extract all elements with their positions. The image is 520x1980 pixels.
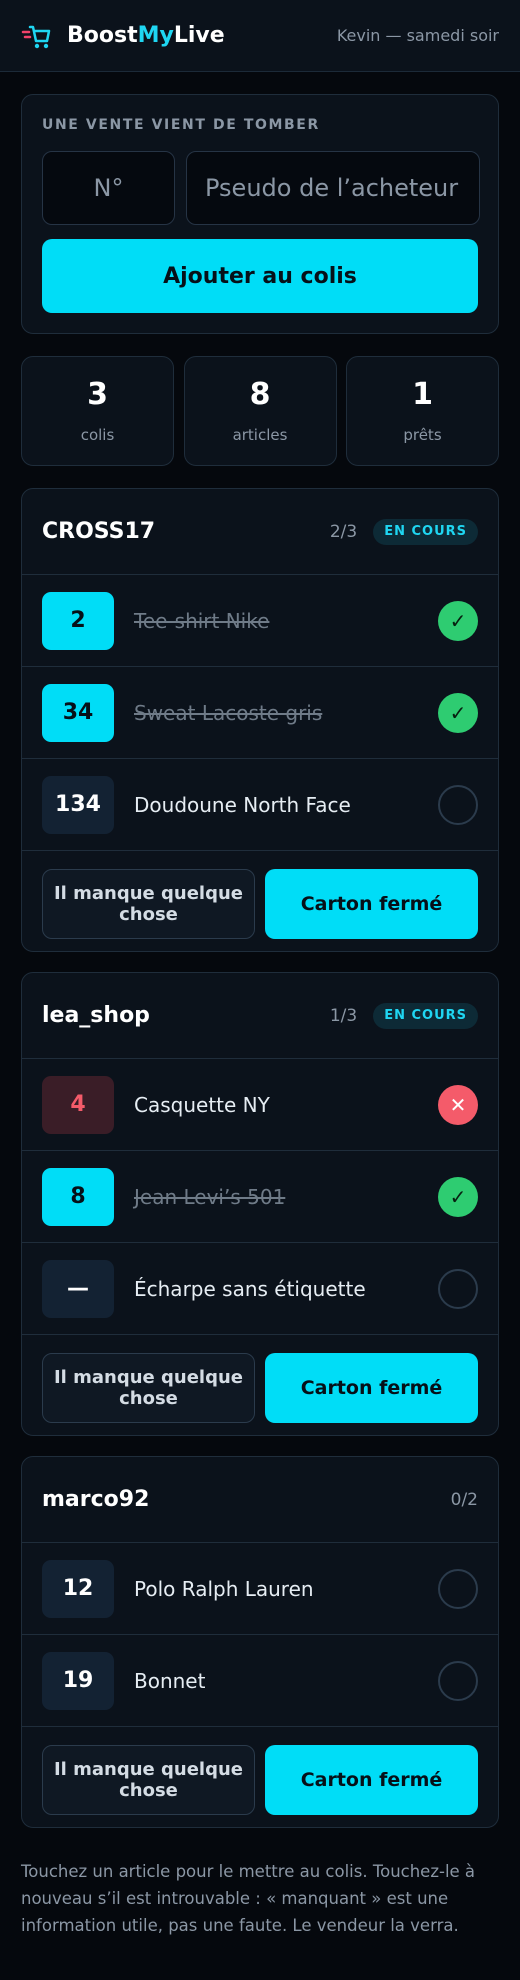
item-number: 134: [42, 775, 114, 834]
check-icon[interactable]: ✓: [438, 1176, 478, 1217]
missing-item-button[interactable]: Il manque quelque chose: [42, 1745, 255, 1815]
order-card: marco92 0/2 12 Polo Ralph Lauren 19 Bonn…: [21, 1456, 499, 1828]
item-label: Jean Levi’s 501: [134, 1184, 286, 1209]
stat-parcels: 3 colis: [21, 356, 174, 466]
order-item[interactable]: 34 Sweat Lacoste gris ✓: [22, 667, 498, 759]
buyer-name: CROSS17: [42, 519, 156, 544]
stat-ready: 1 prêts: [346, 356, 499, 466]
buyer-name: lea_shop: [42, 1003, 150, 1028]
order-header: CROSS17 2/3 EN COURS: [22, 489, 498, 575]
order-item[interactable]: 12 Polo Ralph Lauren: [22, 1543, 498, 1635]
item-number: 2: [42, 591, 114, 650]
order-item[interactable]: 8 Jean Levi’s 501 ✓: [22, 1151, 498, 1243]
order-item[interactable]: 2 Tee-shirt Nike ✓: [22, 575, 498, 667]
order-progress: 0/2: [450, 1489, 478, 1510]
cross-icon[interactable]: ✕: [438, 1084, 478, 1125]
box-closed-button[interactable]: Carton fermé: [265, 869, 478, 939]
missing-item-button[interactable]: Il manque quelque chose: [42, 869, 255, 939]
order-card: lea_shop 1/3 EN COURS 4 Casquette NY ✕ 8…: [21, 972, 499, 1436]
item-label: Sweat Lacoste gris: [134, 700, 323, 725]
empty-circle-icon[interactable]: [438, 1660, 478, 1701]
stat-value: 3: [87, 377, 108, 412]
help-text: Touchez un article pour le mettre au col…: [21, 1862, 476, 1935]
order-card: CROSS17 2/3 EN COURS 2 Tee-shirt Nike ✓ …: [21, 488, 499, 952]
logo[interactable]: BoostMyLive: [21, 21, 225, 51]
order-item[interactable]: 134 Doudoune North Face: [22, 759, 498, 851]
buyer-name: marco92: [42, 1487, 150, 1512]
empty-circle-icon[interactable]: [438, 1268, 478, 1309]
item-label: Tee-shirt Nike: [134, 608, 270, 633]
item-number: 4: [42, 1075, 114, 1134]
order-item[interactable]: 19 Bonnet: [22, 1635, 498, 1727]
stats-bar: 3 colis 8 articles 1 prêts: [21, 356, 499, 466]
item-label: Écharpe sans étiquette: [134, 1276, 366, 1301]
app-header: BoostMyLive Kevin — samedi soir: [0, 0, 520, 72]
item-label: Casquette NY: [134, 1092, 270, 1117]
status-badge: EN COURS: [373, 1002, 478, 1029]
empty-circle-icon[interactable]: [438, 1568, 478, 1609]
item-label: Doudoune North Face: [134, 792, 351, 817]
item-label: Bonnet: [134, 1668, 206, 1693]
missing-item-button[interactable]: Il manque quelque chose: [42, 1353, 255, 1423]
order-item[interactable]: 4 Casquette NY ✕: [22, 1059, 498, 1151]
sale-title: UNE VENTE VIENT DE TOMBER: [42, 117, 320, 133]
stat-articles: 8 articles: [183, 356, 337, 466]
item-number: 19: [42, 1651, 114, 1710]
empty-circle-icon[interactable]: [438, 784, 478, 825]
item-number: 8: [42, 1167, 114, 1226]
buyer-pseudo-input[interactable]: [186, 151, 480, 225]
item-number: 12: [42, 1559, 114, 1618]
status-badge: EN COURS: [373, 518, 478, 545]
stat-value: 8: [249, 377, 271, 412]
sale-form: UNE VENTE VIENT DE TOMBER Ajouter au col…: [21, 94, 499, 334]
shopping-cart-icon: [21, 25, 51, 48]
check-icon[interactable]: ✓: [438, 692, 478, 733]
stat-label: articles: [232, 426, 288, 444]
item-label: Polo Ralph Lauren: [134, 1576, 314, 1601]
order-item[interactable]: — Écharpe sans étiquette: [22, 1243, 498, 1335]
order-header: marco92 0/2: [22, 1457, 498, 1543]
order-header: lea_shop 1/3 EN COURS: [22, 973, 498, 1059]
session-user: Kevin — samedi soir: [336, 26, 499, 45]
box-closed-button[interactable]: Carton fermé: [265, 1745, 478, 1815]
stat-value: 1: [412, 377, 433, 412]
item-number: 34: [42, 683, 114, 742]
check-icon[interactable]: ✓: [438, 600, 478, 641]
stat-label: prêts: [403, 426, 442, 444]
add-to-parcel-button[interactable]: Ajouter au colis: [42, 239, 478, 313]
order-progress: 2/3: [329, 521, 358, 542]
stat-label: colis: [80, 426, 115, 444]
item-number-input[interactable]: [42, 151, 175, 225]
brand-name: BoostMyLive: [67, 23, 225, 48]
order-progress: 1/3: [329, 1005, 358, 1026]
box-closed-button[interactable]: Carton fermé: [265, 1353, 478, 1423]
item-number: —: [42, 1259, 114, 1318]
